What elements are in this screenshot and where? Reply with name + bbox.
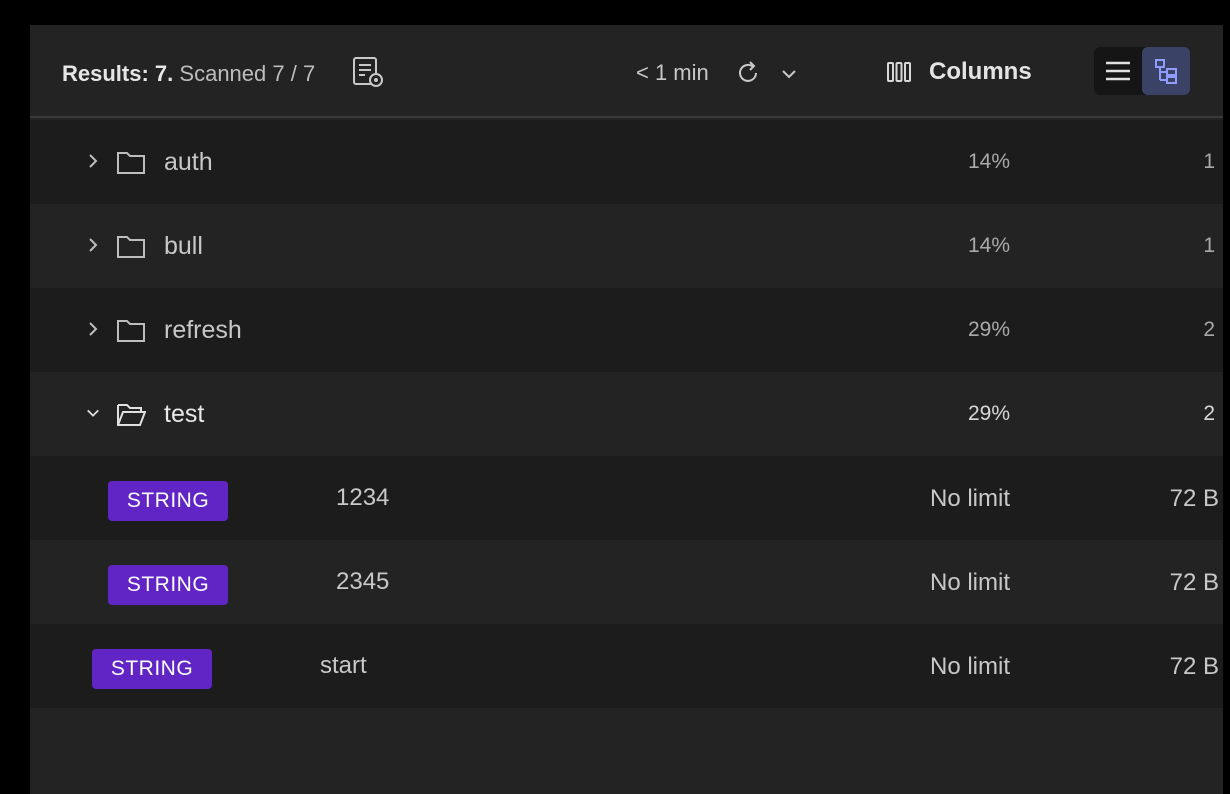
keys-toolbar: Results: 7. Scanned 7 / 7 < 1 min Column… xyxy=(30,25,1223,118)
chevron-right-icon[interactable] xyxy=(86,320,100,338)
view-toggle xyxy=(1094,47,1190,95)
chevron-right-icon[interactable] xyxy=(86,152,100,170)
results-label: Results: xyxy=(62,61,149,86)
folder-percent: 14% xyxy=(967,234,1010,257)
results-count: 7. xyxy=(154,61,174,86)
key-name: 1234 xyxy=(336,484,390,511)
folder-row[interactable]: auth 14% 1 xyxy=(30,120,1223,204)
folder-key-count: 2 xyxy=(1203,402,1215,425)
columns-button[interactable]: Columns xyxy=(929,58,1032,86)
list-view-button[interactable] xyxy=(1094,47,1142,95)
folder-name: bull xyxy=(164,232,203,260)
folder-key-count: 2 xyxy=(1203,318,1215,341)
list-view-icon xyxy=(1106,61,1130,81)
chevron-down-icon[interactable] xyxy=(86,404,100,422)
key-size: 72 B xyxy=(1169,569,1219,596)
folder-icon xyxy=(117,152,145,174)
folder-key-count: 1 xyxy=(1203,234,1215,257)
browser-panel: Results: 7. Scanned 7 / 7 < 1 min Column… xyxy=(30,25,1223,794)
folder-icon xyxy=(117,236,145,258)
folder-key-count: 1 xyxy=(1203,150,1215,173)
refresh-icon[interactable] xyxy=(733,58,763,88)
folder-name: test xyxy=(164,400,205,428)
auto-refresh-chevron-down-icon[interactable] xyxy=(778,63,800,85)
folder-open-icon xyxy=(117,404,146,426)
folder-percent: 29% xyxy=(967,318,1010,341)
folder-percent: 29% xyxy=(967,402,1010,425)
last-refresh-time: < 1 min xyxy=(636,60,709,85)
key-ttl: No limit xyxy=(929,485,1010,512)
tree-view-button[interactable] xyxy=(1142,47,1190,95)
key-size: 72 B xyxy=(1169,485,1219,512)
key-name: 2345 xyxy=(336,568,390,595)
key-size: 72 B xyxy=(1169,653,1219,680)
results-summary: Results: 7. Scanned 7 / 7 xyxy=(62,61,315,87)
key-type-badge: STRING xyxy=(108,565,228,605)
folder-icon xyxy=(117,320,145,342)
key-type-badge: STRING xyxy=(92,649,212,689)
folder-row[interactable]: test 29% 2 xyxy=(30,372,1223,456)
key-ttl: No limit xyxy=(929,653,1010,680)
folder-name: auth xyxy=(164,148,213,176)
key-type-badge: STRING xyxy=(108,481,228,521)
folder-name: refresh xyxy=(164,316,242,344)
chevron-right-icon[interactable] xyxy=(86,236,100,254)
folder-row[interactable]: refresh 29% 2 xyxy=(30,288,1223,372)
tree-view-icon xyxy=(1155,59,1177,84)
key-ttl: No limit xyxy=(929,569,1010,596)
scanned-text: Scanned 7 / 7 xyxy=(179,61,316,86)
key-row[interactable]: STRING 1234 No limit 72 B xyxy=(30,456,1223,540)
key-name: start xyxy=(320,652,367,679)
key-row[interactable]: STRING 2345 No limit 72 B xyxy=(30,540,1223,624)
scan-settings-icon[interactable] xyxy=(350,55,386,89)
columns-icon[interactable] xyxy=(885,58,913,86)
folder-row[interactable]: bull 14% 1 xyxy=(30,204,1223,288)
key-row[interactable]: STRING start No limit 72 B xyxy=(30,624,1223,708)
keys-tree: auth 14% 1 bull 14% 1 refresh 29% 2 test… xyxy=(30,120,1223,708)
folder-percent: 14% xyxy=(967,150,1010,173)
